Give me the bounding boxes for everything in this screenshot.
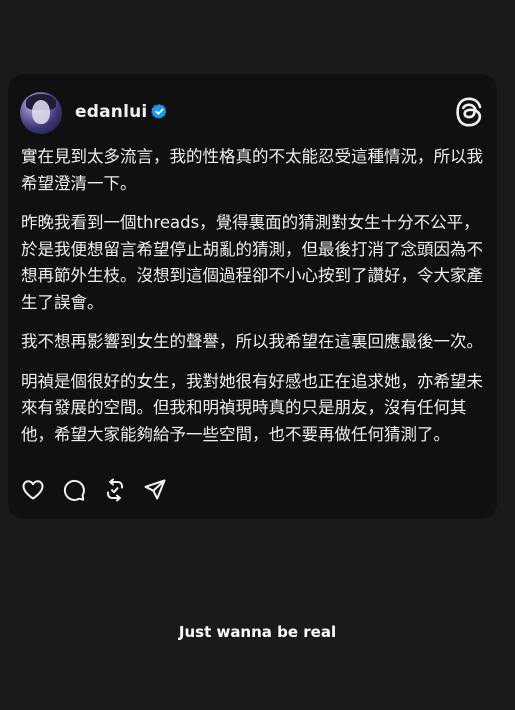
verified-badge-icon (151, 104, 167, 119)
post-actions (21, 478, 221, 502)
post-paragraph: 我不想再影響到女生的聲譽，所以我希望在這裏回應最後一次。 (21, 332, 483, 351)
threads-post-card[interactable]: edanlui 實在見到太多流言，我的性格真的不太能忍受這種情況，所以我希望澄清… (8, 74, 497, 519)
post-paragraph: 明禎是個很好的女生，我對她很有好感也正在追求她，亦希望未來有發展的空間。但我和明… (21, 371, 483, 444)
avatar[interactable] (20, 92, 62, 134)
repost-icon[interactable] (103, 478, 127, 502)
post-body: 實在見到太多流言，我的性格真的不太能忍受這種情況，所以我希望澄清一下。 昨晚我看… (21, 144, 485, 461)
post-header: edanlui (20, 92, 485, 134)
threads-logo-icon[interactable] (455, 97, 483, 127)
post-paragraph: 實在見到太多流言，我的性格真的不太能忍受這種情況，所以我希望澄清一下。 (21, 147, 483, 193)
story-caption: Just wanna be real (178, 623, 337, 641)
share-icon[interactable] (143, 478, 167, 502)
heart-icon[interactable] (21, 478, 45, 502)
username[interactable]: edanlui (75, 101, 147, 123)
post-paragraph: 昨晚我看到一個threads，覺得裏面的猜測對女生十分不公平，於是我便想留言希望… (21, 213, 483, 312)
comment-icon[interactable] (62, 478, 86, 502)
